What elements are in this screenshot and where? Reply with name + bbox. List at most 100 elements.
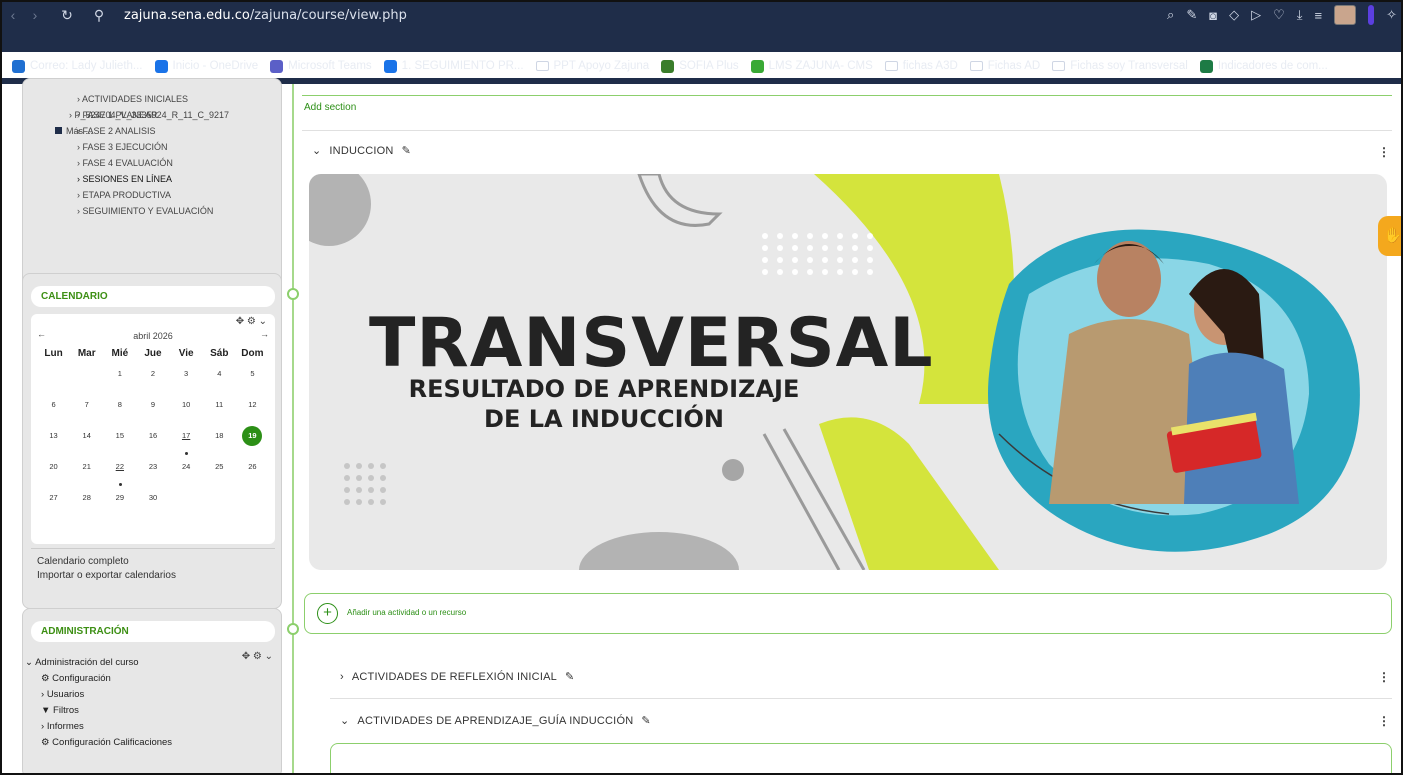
add-activity-button[interactable]: + Añadir una actividad o un recurso [304,593,1392,634]
calendar-day[interactable]: 8 [103,394,136,425]
calendar-day[interactable]: 19 [236,425,269,456]
section-induccion-header[interactable]: ⌄ INDUCCION ✎ [312,144,411,158]
calendar-day[interactable]: 18 [203,425,236,456]
nav-tree-item[interactable]: › SESIONES EN LÍNEA [33,171,271,187]
calendar-day[interactable]: 22 [103,456,136,487]
reload-icon[interactable]: ↻ [56,7,78,24]
import-export-link[interactable]: Importar o exportar calendarios [37,570,176,581]
calendar-day[interactable]: 13 [37,425,70,456]
calendar-day[interactable]: 28 [70,487,103,518]
admin-item-users[interactable]: › Usuarios [33,687,273,703]
folder-icon [1052,61,1066,71]
chevron-down-icon[interactable]: ⌄ [340,714,349,727]
calendar-day[interactable]: 4 [203,363,236,394]
calendar-day[interactable]: 25 [203,456,236,487]
calendar-day[interactable]: 17 [170,425,203,456]
bookmark-item[interactable]: Inicio - OneDrive [154,59,258,73]
calendar-day[interactable]: 2 [136,363,169,394]
nav-tree-label: FASE 2 ANALISIS [82,126,156,136]
bookmark-item[interactable]: Correo: Lady Julieth... [12,59,143,73]
calendar-day[interactable]: 27 [37,487,70,518]
next-month-arrow[interactable]: → [260,329,269,339]
pencil-icon[interactable]: ✎ [641,714,650,727]
full-calendar-link[interactable]: Calendario completo [37,556,129,567]
calendar-day[interactable]: 21 [70,456,103,487]
bookmark-item[interactable]: 1. SEGUIMIENTO PR... [383,59,524,73]
bookmark-item[interactable]: LMS ZAJUNA- CMS [750,59,873,73]
bookmark-label: fichas A3D [902,60,958,72]
heart-icon[interactable]: ♡ [1273,7,1285,23]
admin-item-config[interactable]: ⚙ Configuración [33,671,273,687]
admin-item-grades[interactable]: ⚙ Configuración Calificaciones [33,735,273,751]
calendar-day[interactable]: 15 [103,425,136,456]
calendar-day[interactable]: 1 [103,363,136,394]
section-menu-icon[interactable]: ⋮ [1378,145,1390,159]
bookmark-item[interactable]: Fichas soy Transversal [1052,60,1188,72]
block-actions[interactable]: ✥ ⚙ ⌄ [236,316,267,327]
bookmark-item[interactable]: Microsoft Teams [270,59,372,73]
calendar-day[interactable]: 11 [203,394,236,425]
calendar-day[interactable]: 30 [136,487,169,518]
shield-icon[interactable]: ◇ [1229,7,1239,23]
edit-icon[interactable]: ✎ [1186,7,1197,23]
site-info-icon[interactable]: ⚲ [88,7,110,24]
sparkle-icon[interactable]: ✧ [1386,7,1397,23]
nav-tree-item[interactable]: › ETAPA PRODUCTIVA [33,187,271,203]
bookmark-item[interactable]: SOFIA Plus [661,59,739,73]
bookmark-item[interactable]: PPT Apoyo Zajuna [535,60,649,72]
handshake-icon[interactable]: ✋ [1378,216,1401,256]
course-admin-item[interactable]: ⌄ Administración del curso [25,655,273,671]
onedrive-icon [383,59,397,73]
calendar-day[interactable]: 14 [70,425,103,456]
admin-item-label: Informes [46,721,84,732]
camera-icon[interactable]: ◙ [1209,8,1217,23]
download-icon[interactable]: ⤓ [1297,7,1303,23]
bookmark-item[interactable]: Fichas AD [969,60,1040,72]
calendar-day[interactable]: 23 [136,456,169,487]
extension-icon[interactable] [1368,5,1375,25]
weekday-header: Mié [111,348,129,359]
calendar-day[interactable]: 26 [236,456,269,487]
admin-item-reports[interactable]: › Informes [33,719,273,735]
calendar-day[interactable]: 10 [170,394,203,425]
nav-tree-item[interactable]: › FASE 3 EJECUCIÓN [33,139,271,155]
add-section-link[interactable]: Add section [304,102,356,113]
subsection-reflexion-header[interactable]: › ACTIVIDADES DE REFLEXIÓN INICIAL ✎ [340,670,574,684]
address-bar[interactable]: zajuna.sena.edu.co/zajuna/course/view.ph… [124,8,407,23]
calendar-day[interactable]: 16 [136,425,169,456]
play-icon[interactable]: ▷ [1251,7,1261,23]
calendar-day[interactable]: 29 [103,487,136,518]
pencil-icon[interactable]: ✎ [402,144,411,157]
nav-tree-item[interactable]: › FASE 4 EVALUACIÓN [33,155,271,171]
nav-course-item[interactable]: › P_524704_V_3335924_R_11_C_9217 [33,107,271,123]
admin-item-filters[interactable]: ▼ Filtros [33,703,273,719]
bookmark-label: LMS ZAJUNA- CMS [768,60,873,72]
calendar-day[interactable]: 24 [170,456,203,487]
timeline-dot [287,623,299,635]
calendar-day[interactable]: 12 [236,394,269,425]
bookmark-item[interactable]: Indicadores de com... [1199,59,1328,73]
calendar-day[interactable]: 6 [37,394,70,425]
subsection-menu-icon[interactable]: ⋮ [1378,670,1390,684]
subsection-aprendizaje-header[interactable]: ⌄ ACTIVIDADES DE APRENDIZAJE_GUÍA INDUCC… [340,714,651,728]
menu-icon[interactable]: ≡ [1315,8,1323,23]
profile-avatar[interactable] [1334,5,1357,25]
divider [302,130,1392,131]
calendar-day[interactable]: 5 [236,363,269,394]
chevron-down-icon[interactable]: ⌄ [312,144,321,157]
calendar-day[interactable]: 3 [170,363,203,394]
nav-tree-item[interactable]: › SEGUIMIENTO Y EVALUACIÓN [33,203,271,219]
bookmark-item[interactable]: fichas A3D [884,60,958,72]
forward-arrow-icon[interactable]: › [24,7,46,23]
calendar-day[interactable]: 20 [37,456,70,487]
nav-tree-item[interactable]: › ACTIVIDADES INICIALES [33,91,271,107]
search-icon[interactable]: ⌕ [1167,7,1174,23]
back-arrow-icon[interactable]: ‹ [2,7,24,23]
calendar-day[interactable]: 9 [136,394,169,425]
calendar-day[interactable]: 7 [70,394,103,425]
pencil-icon[interactable]: ✎ [565,670,574,683]
chevron-right-icon[interactable]: › [340,671,344,683]
subsection-menu-icon[interactable]: ⋮ [1378,714,1390,728]
square-icon [55,127,62,134]
calendar-grid: Lun Mar Mié Jue Vie Sáb Dom 1 2 3 4 5 6 7 8 9 10 11 12 13 14… [37,345,269,518]
